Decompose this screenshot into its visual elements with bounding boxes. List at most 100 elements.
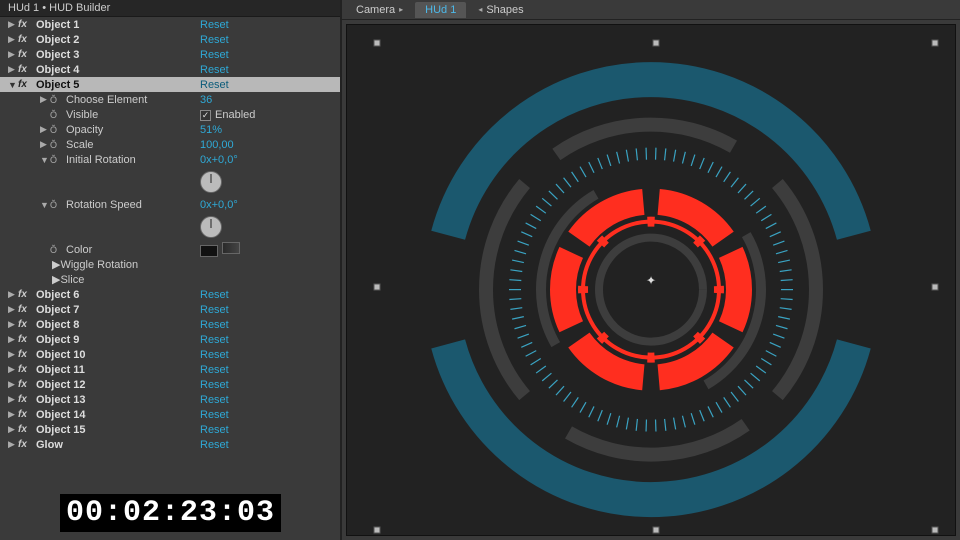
triangle-right-icon[interactable]: ▶ <box>8 364 18 375</box>
effect-row[interactable]: ▶fxObject 12Reset <box>0 377 340 392</box>
effect-row[interactable]: ▶fxObject 10Reset <box>0 347 340 362</box>
triangle-right-icon[interactable]: ▶ <box>8 394 18 405</box>
reset-link[interactable]: Reset <box>200 304 340 316</box>
reset-link[interactable]: Reset <box>200 439 340 451</box>
reset-link[interactable]: Reset <box>200 364 340 376</box>
hud-preview <box>411 50 891 530</box>
reset-link[interactable]: Reset <box>200 64 340 76</box>
property-row[interactable]: ŎColor <box>0 242 340 257</box>
property-value[interactable]: ✓Enabled <box>200 109 340 121</box>
stopwatch-icon[interactable]: Ŏ <box>50 125 62 135</box>
property-row[interactable]: ŎVisible✓Enabled <box>0 107 340 122</box>
stopwatch-icon[interactable]: Ŏ <box>50 110 62 120</box>
triangle-right-icon[interactable]: ▶ <box>8 304 18 315</box>
property-group[interactable]: ▶Wiggle Rotation <box>0 257 340 272</box>
visible-checkbox[interactable]: ✓ <box>200 110 211 121</box>
triangle-right-icon[interactable]: ▶ <box>8 34 18 45</box>
triangle-right-icon[interactable]: ▶ <box>8 409 18 420</box>
effect-row[interactable]: ▶fxObject 6Reset <box>0 287 340 302</box>
effect-row[interactable]: ▶fxObject 1Reset <box>0 17 340 32</box>
stopwatch-icon[interactable]: Ŏ <box>50 140 62 150</box>
tab-hud[interactable]: HUd 1 <box>415 2 466 18</box>
triangle-right-icon[interactable]: ▶ <box>8 349 18 360</box>
reset-link[interactable]: Reset <box>200 424 340 436</box>
bbox-handle[interactable] <box>374 40 381 47</box>
property-row[interactable]: ▼ŎRotation Speed0x+0,0° <box>0 197 340 212</box>
bbox-handle[interactable] <box>932 527 939 534</box>
rotation-dial[interactable] <box>200 171 222 193</box>
effect-row[interactable]: ▶fxObject 15Reset <box>0 422 340 437</box>
effect-row[interactable]: ▶fxObject 7Reset <box>0 302 340 317</box>
property-value[interactable] <box>200 242 340 257</box>
eyedropper-icon[interactable] <box>222 242 240 254</box>
expand-icon[interactable]: ▶ <box>40 124 50 135</box>
chevron-right-icon: ▸ <box>399 5 403 14</box>
property-row[interactable]: ▶Ŏ Choose Element36 <box>0 92 340 107</box>
property-value[interactable]: 100,00 <box>200 139 340 151</box>
triangle-down-icon[interactable]: ▼ <box>8 80 18 90</box>
property-value[interactable]: 0x+0,0° <box>200 154 340 166</box>
expand-icon[interactable]: ▶ <box>40 94 50 105</box>
chevron-left-icon: ◂ <box>478 5 482 14</box>
reset-link[interactable]: Reset <box>200 349 340 361</box>
reset-link[interactable]: Reset <box>200 49 340 61</box>
fx-badge: fx <box>18 439 32 450</box>
expand-icon[interactable]: ▼ <box>40 200 50 210</box>
stopwatch-icon[interactable]: Ŏ <box>50 95 62 105</box>
triangle-right-icon[interactable]: ▶ <box>8 424 18 435</box>
triangle-right-icon[interactable]: ▶ <box>8 289 18 300</box>
expand-icon[interactable]: ▼ <box>40 155 50 165</box>
triangle-right-icon[interactable]: ▶ <box>8 19 18 30</box>
stopwatch-icon[interactable]: Ŏ <box>50 245 62 255</box>
reset-link[interactable]: Reset <box>200 319 340 331</box>
effect-row[interactable]: ▶fxObject 11Reset <box>0 362 340 377</box>
property-row[interactable]: ▶ŎScale100,00 <box>0 137 340 152</box>
effect-row[interactable]: ▶fxObject 4Reset <box>0 62 340 77</box>
stopwatch-icon[interactable]: Ŏ <box>50 155 62 165</box>
expand-icon[interactable]: ▶ <box>40 139 50 150</box>
effect-row[interactable]: ▶fxObject 2Reset <box>0 32 340 47</box>
triangle-right-icon[interactable]: ▶ <box>8 439 18 450</box>
bbox-handle[interactable] <box>374 283 381 290</box>
stopwatch-icon[interactable]: Ŏ <box>50 200 62 210</box>
triangle-right-icon[interactable]: ▶ <box>8 49 18 60</box>
tab-camera[interactable]: Camera▸ <box>346 2 413 18</box>
tab-shapes[interactable]: ◂Shapes <box>468 2 533 18</box>
property-value[interactable]: 51% <box>200 124 340 136</box>
effect-row[interactable]: ▶fxObject 14Reset <box>0 407 340 422</box>
effect-row[interactable]: ▶fxObject 8Reset <box>0 317 340 332</box>
property-row[interactable]: ▶ŎOpacity51% <box>0 122 340 137</box>
composition-viewport[interactable]: ✦ <box>346 24 956 536</box>
effect-row[interactable]: ▶fxObject 3Reset <box>0 47 340 62</box>
color-swatch[interactable] <box>200 245 218 257</box>
property-group[interactable]: ▶Slice <box>0 272 340 287</box>
bbox-handle[interactable] <box>932 40 939 47</box>
triangle-right-icon[interactable]: ▶ <box>8 319 18 330</box>
reset-link[interactable]: Reset <box>200 34 340 46</box>
triangle-right-icon[interactable]: ▶ <box>8 334 18 345</box>
triangle-right-icon[interactable]: ▶ <box>8 379 18 390</box>
effect-row[interactable]: ▶fxObject 13Reset <box>0 392 340 407</box>
reset-link[interactable]: Reset <box>200 379 340 391</box>
expand-icon[interactable]: ▶ <box>52 273 60 286</box>
property-label: Choose Element <box>66 94 200 106</box>
reset-link[interactable]: Reset <box>200 19 340 31</box>
bbox-handle[interactable] <box>932 283 939 290</box>
property-value[interactable]: 36 <box>200 94 340 106</box>
effect-name: Object 14 <box>36 409 200 421</box>
property-row[interactable]: ▼ŎInitial Rotation0x+0,0° <box>0 152 340 167</box>
reset-link[interactable]: Reset <box>200 409 340 421</box>
rotation-dial[interactable] <box>200 216 222 238</box>
reset-link[interactable]: Reset <box>200 289 340 301</box>
reset-link[interactable]: Reset <box>200 334 340 346</box>
triangle-right-icon[interactable]: ▶ <box>8 64 18 75</box>
reset-link[interactable]: Reset <box>200 394 340 406</box>
property-value[interactable]: 0x+0,0° <box>200 199 340 211</box>
effect-row[interactable]: ▼fxObject 5Reset <box>0 77 340 92</box>
expand-icon[interactable]: ▶ <box>52 258 60 271</box>
reset-link[interactable]: Reset <box>200 79 340 91</box>
bbox-handle[interactable] <box>653 40 660 47</box>
effect-row[interactable]: ▶fxGlowReset <box>0 437 340 452</box>
effect-row[interactable]: ▶fxObject 9Reset <box>0 332 340 347</box>
bbox-handle[interactable] <box>374 527 381 534</box>
